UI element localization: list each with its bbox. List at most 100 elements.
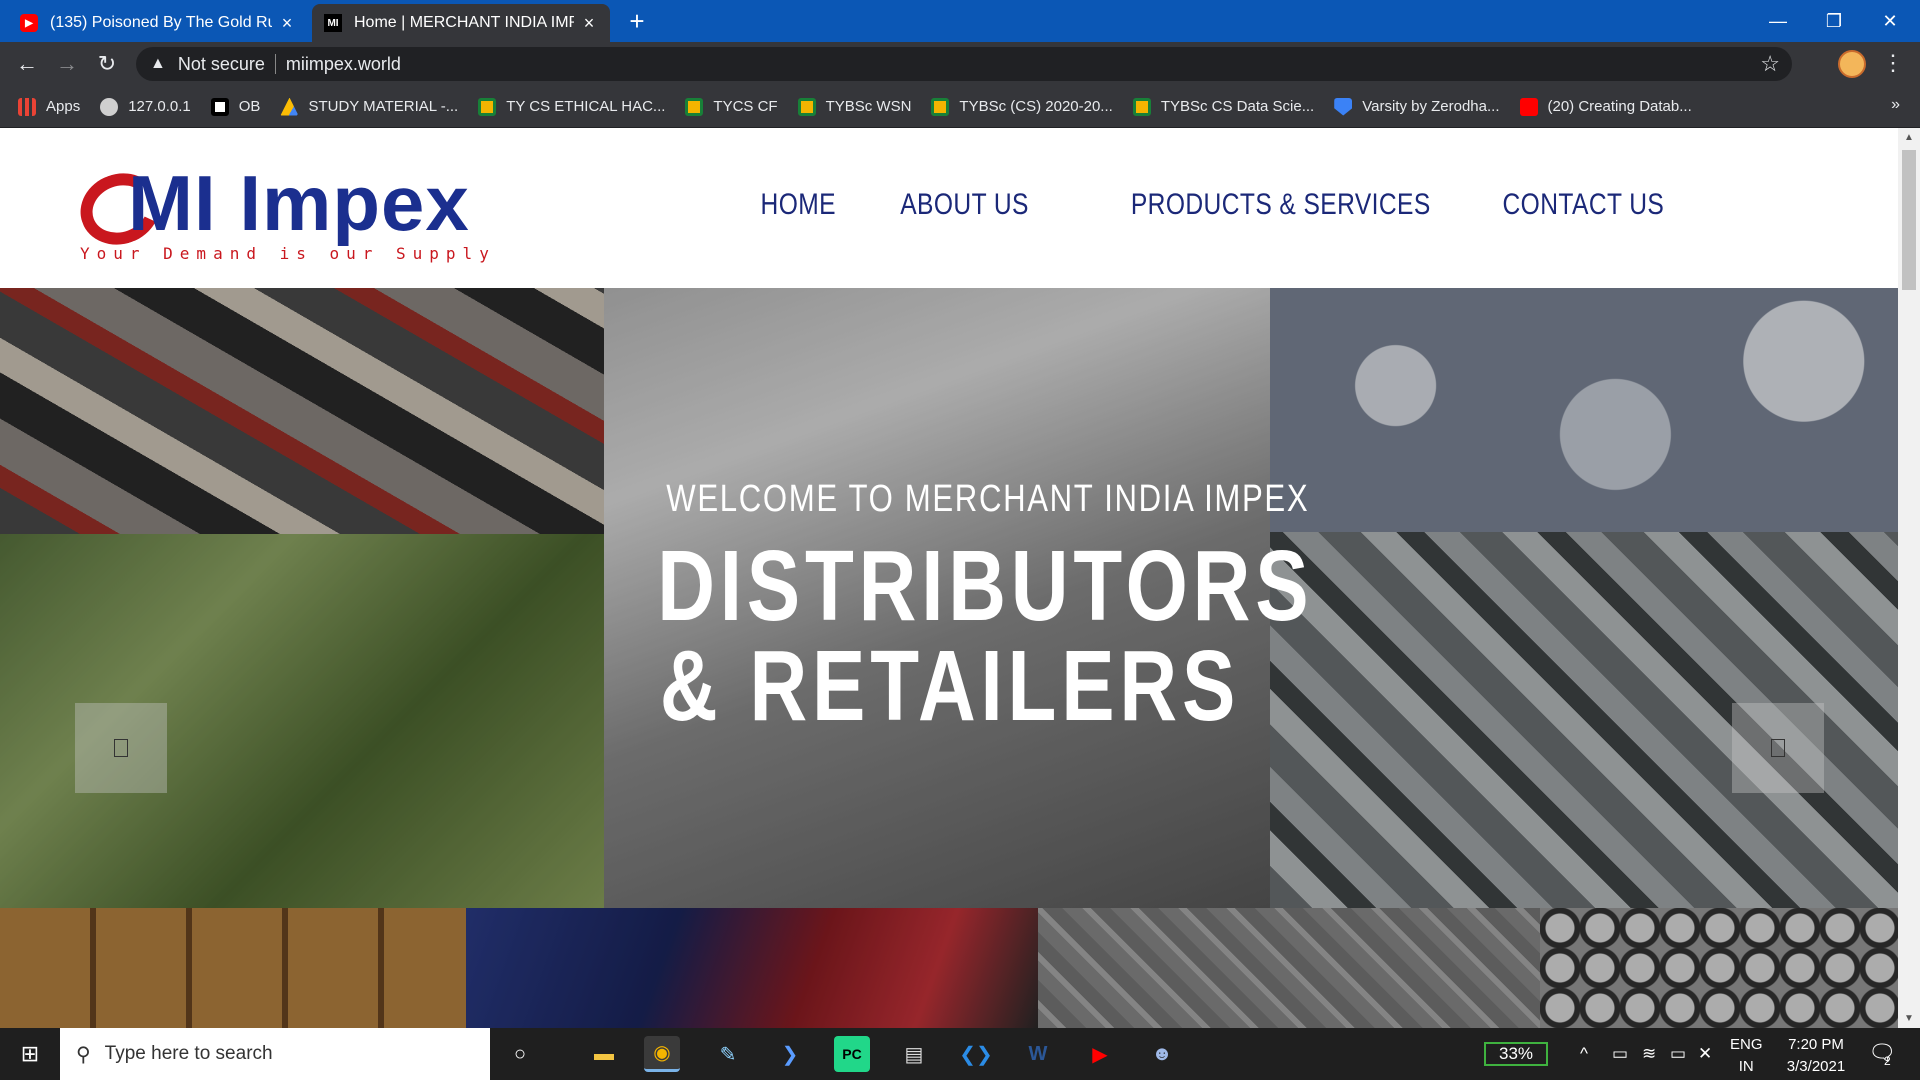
bookmark-label: 127.0.0.1 [128,98,191,115]
notification-count: 2 [1884,1054,1891,1068]
search-icon: ⚲ [76,1043,91,1066]
tray-overflow-icon[interactable]: ^ [1580,1044,1588,1064]
tab-youtube[interactable]: ▶ (135) Poisoned By The Gold Rush × [8,4,308,42]
powershell-icon[interactable]: ❯ [772,1036,808,1072]
new-tab-button[interactable]: + [622,6,652,36]
browser-toolbar: ← → ↻ ▲ Not secure miimpex.world ☆ [0,42,1920,86]
wifi-icon[interactable]: ≋ [1642,1044,1656,1064]
site-header: MI Impex Your Demand is our Supply HOME … [0,128,1898,288]
bookmark-label: TY CS ETHICAL HAC... [506,98,666,115]
apps-grid-icon [18,97,36,116]
classroom-icon [1132,97,1151,116]
site-logo[interactable]: MI Impex Your Demand is our Supply [70,148,489,268]
youtube-icon: ▶ [20,14,38,32]
profile-avatar[interactable] [1838,50,1866,78]
bookmark-localhost[interactable]: 127.0.0.1 [100,97,191,116]
nav-about-us[interactable]: ABOUT US [900,188,1029,222]
bookmark-tybsc-wsn[interactable]: TYBSc WSN [797,97,911,116]
close-icon[interactable]: × [580,13,598,34]
minimize-button[interactable]: — [1750,0,1806,42]
globe-icon [100,97,119,116]
vscode-icon[interactable]: ❮❯ [958,1036,994,1072]
reload-icon[interactable]: ↻ [92,49,122,79]
nav-contact-us[interactable]: CONTACT US [1502,188,1664,222]
browser-menu-icon[interactable]: ⋮ [1880,50,1906,76]
classroom-icon [797,97,816,116]
next-arrow-icon [1771,739,1785,757]
address-bar[interactable]: ▲ Not secure miimpex.world ☆ [136,47,1792,81]
bookmark-label: Apps [46,98,81,115]
bookmark-star-icon[interactable]: ☆ [1760,51,1780,77]
back-icon[interactable]: ← [12,49,42,79]
warning-icon: ▲ [150,55,166,72]
hero-headline: DISTRIBUTORS & RETAILERS [657,530,1314,742]
shield-icon [1334,97,1353,116]
tab-miimpex[interactable]: MI Home | MERCHANT INDIA IMPEX × [312,4,610,42]
scroll-up-icon[interactable]: ▲ [1904,132,1914,143]
nav-products-services[interactable]: PRODUCTS & SERVICES [1131,188,1431,222]
bookmark-tybsc-cs[interactable]: TYBSc (CS) 2020-20... [931,97,1113,116]
paint-icon[interactable]: ✎ [710,1036,746,1072]
bookmark-youtube-db[interactable]: (20) Creating Datab... [1519,97,1692,116]
scroll-down-icon[interactable]: ▼ [1904,1013,1914,1024]
slider-prev-button[interactable] [75,703,167,793]
classroom-icon [478,97,497,116]
chrome-icon[interactable]: ◉ [644,1036,680,1072]
main-nav: HOME ABOUT US PRODUCTS & SERVICES CONTAC… [708,188,1664,222]
region-code: IN [1738,1058,1754,1075]
taskbar-search[interactable]: ⚲ Type here to search [60,1028,490,1080]
scrollbar-thumb[interactable] [1902,150,1916,290]
bookmark-tycs-cf[interactable]: TYCS CF [685,97,778,116]
meet-now-icon[interactable]: ▭ [1612,1044,1628,1064]
bookmark-label: (20) Creating Datab... [1547,98,1692,115]
pycharm-icon[interactable]: PC [834,1036,870,1072]
system-clock[interactable]: 7:20 PM 3/3/2021 [1776,1034,1856,1078]
logo-name: MI Impex [128,159,470,247]
prev-arrow-icon [114,739,128,757]
game-icon[interactable]: ☻ [1144,1036,1180,1072]
slider-next-button[interactable] [1732,703,1824,793]
language-indicator[interactable]: ENG IN [1730,1034,1763,1078]
bookmarks-bar: Apps 127.0.0.1 OB STUDY MATERIAL -... TY… [0,86,1920,128]
tab-strip: ▶ (135) Poisoned By The Gold Rush × MI H… [0,0,1920,42]
close-icon[interactable]: × [278,13,296,34]
hero-slider: WELCOME TO MERCHANT INDIA IMPEX DISTRIBU… [0,288,1898,1028]
volume-muted-icon[interactable]: ✕ [1698,1044,1712,1064]
mi-favicon: MI [324,14,342,32]
tab-title: Home | MERCHANT INDIA IMPEX [354,14,574,31]
url-text: miimpex.world [285,53,401,74]
bookmark-label: STUDY MATERIAL -... [308,98,459,115]
classroom-icon [685,97,704,116]
file-explorer-icon[interactable]: ▬ [586,1036,622,1072]
bookmark-apps[interactable]: Apps [18,97,81,116]
bookmark-ob[interactable]: OB [210,97,260,116]
forward-icon[interactable]: → [52,49,82,79]
lang-code: ENG [1730,1036,1763,1053]
page-viewport: MI Impex Your Demand is our Supply HOME … [0,128,1898,1028]
bookmark-ethical-hacking[interactable]: TY CS ETHICAL HAC... [478,97,666,116]
windows-start-icon[interactable]: ⊞ [0,1028,60,1080]
notepad-icon[interactable]: ▤ [896,1036,932,1072]
bookmark-data-science[interactable]: TYBSc CS Data Scie... [1132,97,1314,116]
obs-icon [210,97,229,116]
bookmark-label: Varsity by Zerodha... [1362,98,1500,115]
youtube-icon[interactable]: ▶ [1082,1036,1118,1072]
word-icon[interactable]: W [1020,1036,1056,1072]
clock-time: 7:20 PM [1788,1036,1844,1053]
bookmark-varsity[interactable]: Varsity by Zerodha... [1334,97,1500,116]
battery-indicator[interactable]: 33% [1484,1042,1548,1066]
hero-welcome: WELCOME TO MERCHANT INDIA IMPEX [666,478,1310,520]
divider [274,54,276,74]
battery-icon[interactable]: ▭ [1670,1044,1686,1064]
bookmarks-overflow-icon[interactable]: » [1891,96,1900,114]
restore-button[interactable]: ❐ [1806,0,1862,42]
nav-home[interactable]: HOME [761,188,836,222]
logo-tagline: Your Demand is our Supply [80,244,496,263]
windows-taskbar: ⊞ ⚲ Type here to search ○ ▬ ◉ ✎ ❯ PC ▤ ❮… [0,1028,1920,1080]
task-view-icon[interactable]: ○ [502,1036,538,1072]
bookmark-study-material[interactable]: STUDY MATERIAL -... [280,97,459,116]
window-close-button[interactable]: ✕ [1862,0,1918,42]
google-drive-icon [280,97,299,116]
notification-center-icon[interactable]: 🗨 [1868,1040,1896,1066]
page-scrollbar[interactable]: ▲ ▼ [1898,128,1920,1028]
